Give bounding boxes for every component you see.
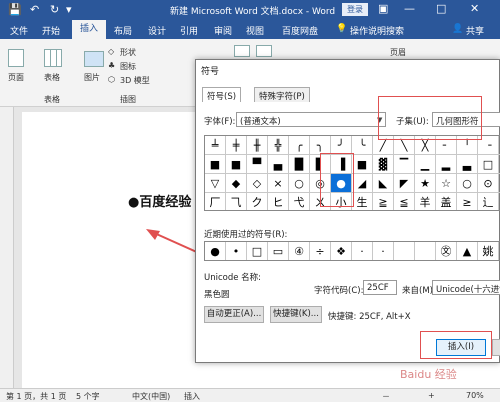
symbol-cell[interactable]: ◣ — [373, 174, 394, 193]
symbol-cell[interactable]: ╧ — [205, 136, 226, 155]
symbol-cell[interactable]: ク — [247, 193, 268, 210]
symbol-cell[interactable]: ◇ — [247, 174, 268, 193]
recent-symbol-cell[interactable]: ● — [205, 242, 226, 260]
autocorrect-button[interactable]: 自动更正(A)... — [204, 306, 264, 323]
unicode-name-label: Unicode 名称: — [204, 273, 262, 283]
char-code-label: 字符代码(C): — [314, 286, 364, 296]
tab-symbols[interactable]: 符号(S) — [202, 87, 242, 102]
symbol-cell[interactable]: ╪ — [226, 136, 247, 155]
recent-symbol-cell[interactable]: · — [373, 242, 394, 260]
symbol-cell[interactable]: ⊙ — [478, 174, 499, 193]
insert-mode[interactable]: 插入 — [184, 391, 200, 402]
symbol-cell[interactable]: 盖 — [436, 193, 457, 210]
symbol-cell[interactable]: ▔ — [394, 155, 415, 174]
symbol-cell[interactable]: □ — [478, 155, 499, 174]
symbol-cell[interactable]: ╭ — [289, 136, 310, 155]
symbol-cell[interactable]: ☆ — [436, 174, 457, 193]
status-bar: 第 1 页，共 1 页 5 个字 中文(中国) 插入 － + 70% — [0, 388, 500, 402]
symbol-cell[interactable]: ◤ — [394, 174, 415, 193]
language[interactable]: 中文(中国) — [132, 391, 170, 402]
watermark: Baidu 经验 — [400, 368, 457, 381]
zoom-level[interactable]: 70% — [466, 391, 484, 400]
symbol-cell[interactable]: ◆ — [226, 174, 247, 193]
recent-symbols[interactable]: ●•□▭④÷❖··㉆▲姚棚 — [204, 241, 500, 261]
from-select[interactable]: Unicode(十六进制) — [432, 280, 500, 295]
zoom-in-button[interactable]: + — [428, 391, 435, 400]
tab-special-characters[interactable]: 特殊字符(P) — [254, 87, 310, 102]
symbol-cell[interactable]: 羊 — [415, 193, 436, 210]
symbol-cell[interactable]: ■ — [205, 155, 226, 174]
recent-symbol-cell[interactable]: ÷ — [310, 242, 331, 260]
symbol-cell[interactable]: 辶 — [478, 193, 499, 210]
recent-symbol-cell[interactable]: □ — [247, 242, 268, 260]
recent-symbol-cell[interactable] — [394, 242, 415, 260]
symbol-cell[interactable]: × — [268, 174, 289, 193]
recent-symbols-label: 近期使用过的符号(R): — [204, 230, 288, 240]
symbol-cell[interactable]: ○ — [457, 174, 478, 193]
char-code-input[interactable]: 25CF — [363, 280, 397, 295]
symbol-cell[interactable]: █ — [289, 155, 310, 174]
recent-symbol-cell[interactable]: ④ — [289, 242, 310, 260]
symbol-cell[interactable]: ≧ — [373, 193, 394, 210]
dialog-title: 符号 — [201, 67, 220, 77]
font-select[interactable]: (普通文本) — [236, 112, 386, 127]
recent-symbol-cell[interactable]: • — [226, 242, 247, 260]
symbol-cell[interactable]: ▂ — [436, 155, 457, 174]
symbol-cell[interactable]: ≥ — [457, 193, 478, 210]
insert-highlight — [420, 331, 492, 359]
shortcut-key-button[interactable]: 快捷键(K)... — [270, 306, 322, 323]
recent-symbol-cell[interactable]: 姚 — [478, 242, 499, 260]
zoom-out-button[interactable]: － — [382, 391, 390, 402]
unicode-name-value: 黑色圆 — [204, 290, 230, 300]
cancel-button[interactable] — [492, 339, 500, 356]
symbol-cell[interactable]: ▄ — [268, 155, 289, 174]
recent-symbol-cell[interactable]: ▲ — [457, 242, 478, 260]
symbol-cell[interactable]: 弋 — [289, 193, 310, 210]
symbol-cell[interactable]: ◢ — [352, 174, 373, 193]
recent-symbol-cell[interactable]: ▭ — [268, 242, 289, 260]
symbol-cell[interactable]: ★ — [415, 174, 436, 193]
symbol-cell[interactable]: ▀ — [247, 155, 268, 174]
symbol-cell[interactable]: ╰ — [352, 136, 373, 155]
from-label: 来自(M): — [402, 286, 436, 296]
word-count[interactable]: 5 个字 — [76, 391, 100, 402]
recent-symbol-cell[interactable]: ㉆ — [436, 242, 457, 260]
symbol-cell[interactable]: ▃ — [457, 155, 478, 174]
symbol-cell[interactable]: 厂 — [205, 193, 226, 210]
font-label: 字体(F): — [204, 117, 236, 127]
subset-highlight — [378, 96, 482, 140]
symbol-cell[interactable]: 生 — [352, 193, 373, 210]
symbol-cell[interactable]: ╬ — [268, 136, 289, 155]
symbol-cell[interactable]: ▽ — [205, 174, 226, 193]
recent-symbol-cell[interactable]: · — [352, 242, 373, 260]
symbol-cell[interactable]: ▓ — [373, 155, 394, 174]
symbol-cell[interactable]: ヒ — [268, 193, 289, 210]
symbol-cell[interactable]: ▁ — [415, 155, 436, 174]
symbol-cell[interactable]: ╫ — [247, 136, 268, 155]
symbol-cell[interactable]: ≦ — [394, 193, 415, 210]
shortcut-text: 快捷键: 25CF, Alt+X — [328, 312, 411, 322]
symbol-cell[interactable]: ■ — [352, 155, 373, 174]
symbol-cell[interactable]: ○ — [289, 174, 310, 193]
symbol-cell[interactable]: ■ — [226, 155, 247, 174]
symbol-cell[interactable]: ⺄ — [226, 193, 247, 210]
recent-symbol-cell[interactable]: ❖ — [331, 242, 352, 260]
page-count[interactable]: 第 1 页，共 1 页 — [6, 391, 66, 402]
recent-symbol-cell[interactable] — [415, 242, 436, 260]
symbol-highlight — [320, 153, 354, 207]
